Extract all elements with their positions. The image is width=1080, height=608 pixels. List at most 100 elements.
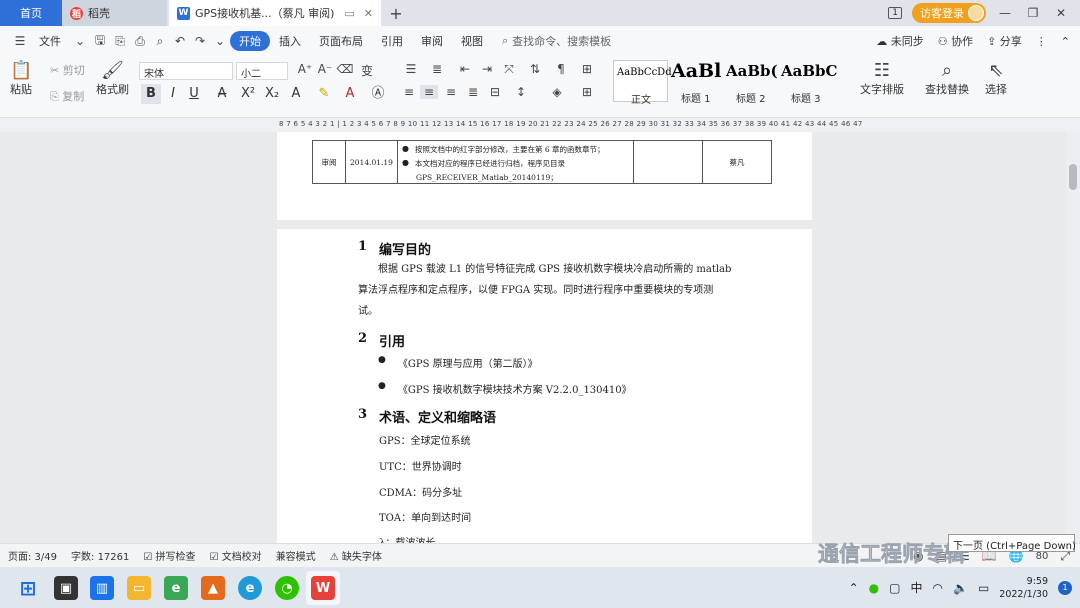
more-icon[interactable]: ⌄ [210,34,230,48]
redo-icon[interactable]: ↷ [190,34,210,48]
task-view-icon[interactable]: ▣ [54,576,78,600]
shrink-font-icon[interactable]: A⁻ [316,62,334,76]
char-border-button[interactable]: Ⓐ [368,84,388,104]
menu-insert[interactable]: 插入 [270,33,310,49]
align-right-icon[interactable]: ≡ [442,85,460,99]
menu-home[interactable]: 开始 [230,31,270,51]
bullet-list-icon[interactable]: ☰ [402,62,420,76]
clear-format-icon[interactable]: ⌫ [336,62,354,76]
select-button[interactable]: ⇖ 选择 [985,60,1007,97]
close-tab-icon[interactable]: ✕ [364,7,373,20]
tab-home[interactable]: 首页 [0,0,62,26]
style-heading-3[interactable]: AaBbC 标题 3 [781,60,837,105]
bold-button[interactable]: B [141,84,161,104]
tab-document[interactable]: W GPS接收机基...（蔡凡 审阅) ▭ ✕ [169,0,381,26]
horizontal-ruler[interactable]: 8 7 6 5 4 3 2 1 | 1 2 3 4 5 6 7 8 9 10 1… [0,118,1080,132]
notification-badge[interactable]: 1 [1058,580,1072,595]
find-replace-button[interactable]: ⌕ 查找替换 [925,60,969,97]
copy-button[interactable]: ⎘ 复制 [50,88,84,104]
print-preview-icon[interactable]: ⌕ [150,34,170,49]
sort-icon[interactable]: ⇅ [526,62,544,76]
vertical-scrollbar[interactable] [1066,132,1080,543]
grow-font-icon[interactable]: A⁺ [296,62,314,76]
sync-status[interactable]: ☁ 未同步 [876,33,924,49]
borders-icon[interactable]: ⊞ [578,85,596,99]
align-center-icon[interactable]: ≡ [420,85,438,99]
new-tab-button[interactable]: + [381,0,411,26]
document-area[interactable]: 审阅 2014.01.19 ● 按照文档中的红字部分修改，主要在第 6 章的函数章… [0,132,1066,543]
number-list-icon[interactable]: ≣ [428,62,446,76]
scrollbar-thumb[interactable] [1069,164,1077,190]
table-lines-icon[interactable]: ⊞ [578,62,596,76]
restore-icon[interactable]: ❐ [1024,6,1042,20]
word-count[interactable]: 字数: 17261 [71,548,129,563]
widgets-icon[interactable]: ▥ [90,576,114,600]
start-icon[interactable]: ⊞ [16,576,40,600]
clock[interactable]: 9:59 2022/1/30 [999,575,1048,601]
strikethrough-button[interactable]: A̶ [212,84,232,104]
menu-references[interactable]: 引用 [372,33,412,49]
highlight-button[interactable]: ✎ [314,84,334,104]
collab-button[interactable]: ⚇ 协作 [938,33,973,49]
edge-icon[interactable]: e [238,576,262,600]
font-size-select[interactable]: 小二 [236,62,288,80]
volume-icon[interactable]: 🔈 [953,581,968,595]
close-window-icon[interactable]: ✕ [1052,6,1070,20]
paste-button[interactable]: 📋 粘贴 [10,60,32,97]
text-effect-button[interactable]: A [286,84,306,104]
export-icon[interactable]: ⎘ [110,34,130,49]
style-normal[interactable]: AaBbCcDd 正文 [613,60,672,106]
style-heading-2[interactable]: AaBb( 标题 2 [726,60,778,105]
file-explorer-icon[interactable]: ▭ [127,576,151,600]
tab-daoke[interactable]: 稻 稻壳 [62,0,167,26]
window-count-badge[interactable]: 1 [888,7,902,19]
wechat-icon[interactable]: ◔ [275,576,299,600]
print-icon[interactable]: ⎙ [130,34,150,49]
justify-icon[interactable]: ≣ [464,85,482,99]
more-menu-icon[interactable]: ⋮ [1036,35,1047,48]
italic-button[interactable]: I [163,84,183,104]
font-family-select[interactable]: 宋体 [139,62,233,80]
menu-view[interactable]: 视图 [452,33,492,49]
page-indicator[interactable]: 页面: 3/49 [8,548,57,563]
menu-layout[interactable]: 页面布局 [310,33,372,49]
show-marks-icon[interactable]: ¶ [552,62,570,76]
battery-icon[interactable]: ▭ [978,581,989,595]
subscript-button[interactable]: X₂ [262,84,282,104]
ime-indicator[interactable]: 中 [910,579,922,596]
menu-review[interactable]: 审阅 [412,33,452,49]
minimize-icon[interactable]: — [996,6,1014,20]
shading-icon[interactable]: ◈ [548,85,566,99]
collapse-ribbon-icon[interactable]: ⌃ [1061,35,1070,48]
cut-button[interactable]: ✂ 剪切 [50,62,85,78]
font-color-button[interactable]: A [340,84,360,104]
proofread-button[interactable]: ☑ 文档校对 [210,548,262,563]
tray-app2-icon[interactable]: ▢ [889,581,900,595]
phonetic-icon[interactable]: 变 [358,62,376,79]
superscript-button[interactable]: X² [238,84,258,104]
indent-icon[interactable]: ⇥ [478,62,496,76]
login-button[interactable]: 访客登录 [912,3,986,23]
save-icon[interactable]: 🖫 [90,31,110,52]
menu-file[interactable]: 文件 [30,33,70,49]
command-search[interactable]: ⌕ 查找命令、搜索模板 [502,33,611,49]
spell-check-button[interactable]: ☑ 拼写检查 [143,548,195,563]
format-painter-button[interactable]: 🖌 格式刷 [96,60,129,97]
hamburger-icon[interactable]: ☰ [10,34,30,48]
line-spacing-icon[interactable]: ↕ [512,85,530,99]
wps-icon[interactable]: W [311,576,335,600]
chevron-down-icon[interactable]: ⌄ [70,34,90,48]
matlab-icon[interactable]: ▲ [201,576,225,600]
underline-button[interactable]: U [184,84,204,104]
zoom-level[interactable]: 80 [1036,551,1049,562]
ie-browser-icon[interactable]: e [164,576,188,600]
wifi-icon[interactable]: ◠ [933,581,943,595]
text-layout-button[interactable]: ☷ 文字排版 [860,60,904,97]
share-button[interactable]: ⇪ 分享 [987,33,1022,49]
pin-tab-icon[interactable]: ▭ [344,7,354,20]
distribute-icon[interactable]: ⊟ [486,85,504,99]
chinese-layout-icon[interactable]: ⤧ [500,62,518,77]
tray-chevron-icon[interactable]: ⌃ [849,581,859,595]
missing-font-button[interactable]: ⚠ 缺失字体 [330,548,382,563]
outdent-icon[interactable]: ⇤ [456,62,474,76]
